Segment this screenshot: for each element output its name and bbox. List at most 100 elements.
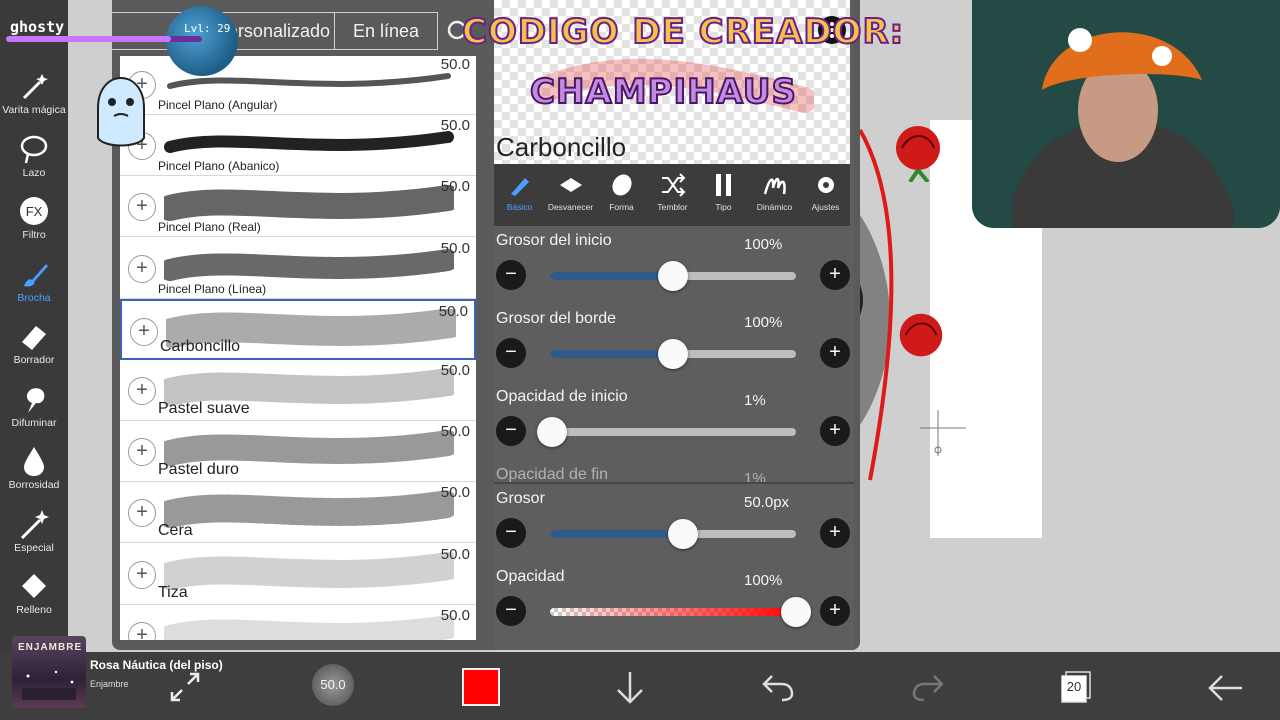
slider-fill xyxy=(550,350,673,358)
param-slider: Opacidad de fin1%−+ xyxy=(494,466,854,482)
brush-item[interactable]: +50.0 Pincel Plano (Real) xyxy=(120,176,476,238)
tool-magic-wand[interactable]: Varita mágica xyxy=(0,66,68,128)
param-value: 1% xyxy=(744,392,766,409)
add-brush-button[interactable]: + xyxy=(130,317,158,346)
decrease-button[interactable]: − xyxy=(496,338,526,368)
now-playing-artist: Enjambre xyxy=(90,679,129,689)
slider-track[interactable] xyxy=(550,597,811,627)
slider-knob[interactable] xyxy=(658,339,688,369)
brush-item[interactable]: +50.0 Pincel Plano (Abanico) xyxy=(120,115,476,177)
settings-tab-shape[interactable]: Forma xyxy=(596,164,647,226)
shape-icon xyxy=(611,174,632,196)
brush-item[interactable]: +50.0 xyxy=(120,604,476,640)
param-label: Grosor del borde xyxy=(496,310,617,327)
tool-smudge[interactable]: Difuminar xyxy=(0,379,68,441)
settings-tab-shuffle[interactable]: Temblor xyxy=(647,164,698,226)
brush-size-label: 50.0 xyxy=(440,362,470,379)
brush-name: Pastel suave xyxy=(158,400,250,417)
decrease-button[interactable]: − xyxy=(496,596,526,626)
eraser-icon xyxy=(22,326,46,350)
brush-size-button[interactable]: 50.0 xyxy=(312,664,354,706)
brush-size-label: 50.0 xyxy=(440,178,470,196)
brush-item[interactable]: +50.0 Carboncillo xyxy=(120,298,476,360)
lasso-icon xyxy=(20,135,48,163)
tool-brush[interactable]: Brocha xyxy=(0,254,68,316)
settings-tab-brush[interactable]: Básico xyxy=(494,164,545,226)
tool-sparkle[interactable]: Especial xyxy=(0,504,68,566)
rose-middle xyxy=(899,313,943,357)
param-label: Grosor xyxy=(496,490,545,507)
layers-button[interactable]: 20 xyxy=(1058,670,1092,704)
increase-button[interactable]: + xyxy=(820,416,850,446)
brush-item[interactable]: +50.0 Cera xyxy=(120,482,476,544)
color-picker-button[interactable] xyxy=(462,668,500,706)
slider-knob[interactable] xyxy=(658,261,688,291)
undo-icon[interactable] xyxy=(762,672,794,702)
svg-text:FX: FX xyxy=(26,204,43,219)
param-value: 1% xyxy=(744,470,766,482)
brush-stroke-preview xyxy=(164,490,454,529)
magic-wand-icon xyxy=(22,74,48,100)
tab-online[interactable]: En línea xyxy=(334,12,438,50)
slider-track[interactable] xyxy=(550,261,796,291)
tool-label: Relleno xyxy=(16,604,52,616)
add-brush-button[interactable]: + xyxy=(128,499,156,528)
add-brush-button[interactable]: + xyxy=(128,560,156,589)
slider-knob[interactable] xyxy=(781,597,811,627)
add-brush-button[interactable]: + xyxy=(128,254,156,283)
tool-lasso[interactable]: Lazo xyxy=(0,129,68,191)
settings-tab-gear[interactable]: Ajustes xyxy=(800,164,851,226)
diamond-icon xyxy=(559,178,582,192)
tool-label: Borrosidad xyxy=(8,479,60,491)
tool-eraser[interactable]: Borrador xyxy=(0,316,68,378)
shuffle-icon xyxy=(661,173,685,197)
webcam-overlay xyxy=(972,0,1280,228)
brush-item[interactable]: +50.0 Pastel suave xyxy=(120,360,476,421)
add-brush-button[interactable]: + xyxy=(128,377,156,405)
increase-button[interactable]: + xyxy=(820,596,850,626)
settings-tab-type[interactable]: Tipo xyxy=(698,164,749,226)
settings-tab-label: Básico xyxy=(506,202,533,212)
brush-list[interactable]: +50.0 Pincel Plano (Angular) +50.0 Pincel P… xyxy=(120,56,476,640)
decrease-button[interactable]: − xyxy=(496,518,526,548)
back-arrow-icon[interactable] xyxy=(1206,672,1244,704)
param-slider: Grosor del inicio 100% − + xyxy=(494,232,854,310)
tool-fill[interactable]: Relleno xyxy=(0,566,68,628)
increase-button[interactable]: + xyxy=(820,260,850,290)
brush-name: Cera xyxy=(158,522,193,540)
increase-button[interactable]: + xyxy=(820,338,850,368)
settings-tab-dynamic[interactable]: Dinámico xyxy=(749,164,800,226)
param-label: Opacidad xyxy=(496,568,565,585)
settings-tab-diamond[interactable]: Desvanecer xyxy=(545,164,596,226)
slider-track[interactable] xyxy=(550,339,796,369)
param-value: 100% xyxy=(744,572,783,589)
param-slider: Grosor del borde 100% − + xyxy=(494,310,854,388)
arrow-down-icon[interactable] xyxy=(614,670,646,706)
add-brush-button[interactable]: + xyxy=(128,193,156,222)
brush-item[interactable]: +50.0 Pincel Plano (Línea) xyxy=(120,237,476,299)
slider-track[interactable] xyxy=(537,417,796,447)
slider-knob[interactable] xyxy=(537,417,568,447)
decrease-button[interactable]: − xyxy=(496,416,526,446)
brush-size-label: 50.0 xyxy=(440,423,470,441)
tool-blur[interactable]: Borrosidad xyxy=(0,441,68,503)
blur-icon xyxy=(24,447,44,476)
tool-label: Difuminar xyxy=(11,416,57,429)
add-brush-button[interactable]: + xyxy=(128,621,156,640)
param-value: 100% xyxy=(744,236,783,253)
transform-icon[interactable] xyxy=(168,670,202,704)
settings-tab-label: Ajustes xyxy=(811,202,840,212)
redo-icon[interactable] xyxy=(912,672,944,702)
param-slider: Opacidad 100% − + xyxy=(494,568,854,646)
tool-fx[interactable]: FX Filtro xyxy=(0,191,68,253)
tool-sidebar: Varita mágica Lazo FX Filtro Brocha Borrador D… xyxy=(0,0,68,652)
brush-item[interactable]: +50.0 Tiza xyxy=(120,543,476,605)
param-value: 50.0px xyxy=(744,494,790,511)
add-brush-button[interactable]: + xyxy=(128,438,156,467)
slider-knob[interactable] xyxy=(667,519,698,549)
fill-icon xyxy=(22,574,46,598)
brush-item[interactable]: +50.0 Pastel duro xyxy=(120,421,476,483)
slider-track[interactable] xyxy=(550,519,796,549)
decrease-button[interactable]: − xyxy=(496,260,526,290)
increase-button[interactable]: + xyxy=(820,518,850,548)
